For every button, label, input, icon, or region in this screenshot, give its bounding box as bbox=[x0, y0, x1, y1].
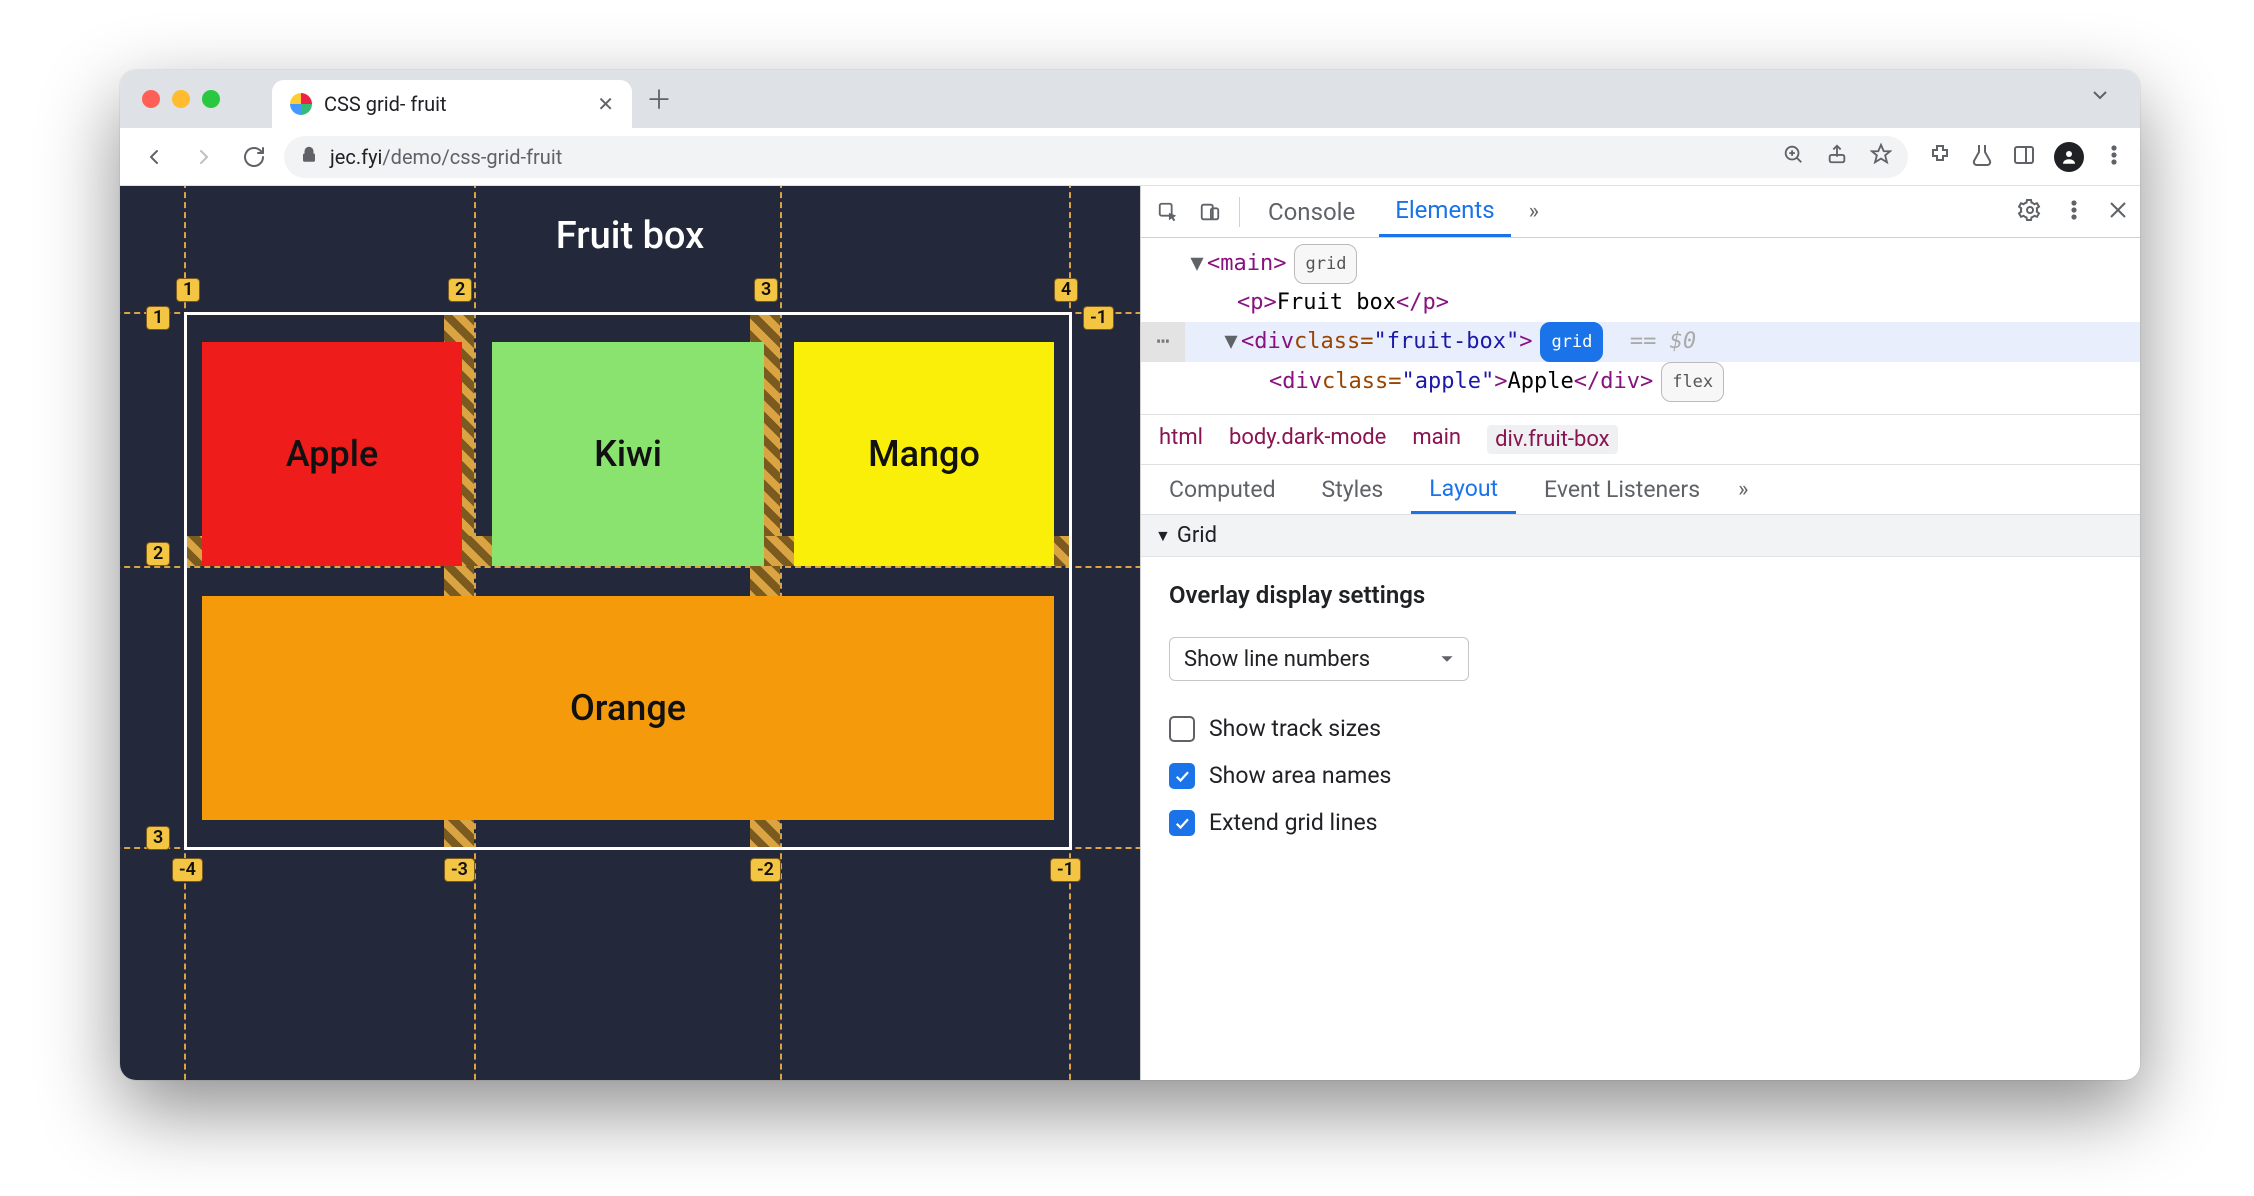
checkbox-box bbox=[1169, 810, 1195, 836]
elements-subtabs: Computed Styles Layout Event Listeners » bbox=[1141, 465, 2140, 515]
reload-button[interactable] bbox=[234, 137, 274, 177]
address-bar[interactable]: jec.fyi/demo/css-grid-fruit bbox=[284, 136, 1908, 178]
toolbar-right bbox=[1918, 142, 2126, 172]
flex-badge[interactable]: flex bbox=[1661, 362, 1724, 402]
close-tab-button[interactable]: ✕ bbox=[597, 92, 614, 116]
extensions-icon[interactable] bbox=[1928, 143, 1952, 171]
settings-icon[interactable] bbox=[2018, 198, 2042, 226]
devtools-menu-icon[interactable] bbox=[2062, 198, 2086, 226]
bc-html[interactable]: html bbox=[1159, 425, 1203, 454]
subtab-eventlisteners[interactable]: Event Listeners bbox=[1526, 465, 1718, 514]
tab-title: CSS grid- fruit bbox=[324, 92, 447, 116]
tab-elements[interactable]: Elements bbox=[1379, 186, 1510, 237]
bc-fruitbox[interactable]: div.fruit-box bbox=[1487, 425, 1618, 454]
layout-panel: ▼Grid Overlay display settings Show line… bbox=[1141, 515, 2140, 846]
chevron-down-icon bbox=[1440, 652, 1454, 666]
devtools-tabbar: Console Elements » bbox=[1141, 186, 2140, 238]
new-tab-button[interactable]: ＋ bbox=[646, 80, 672, 119]
col-line-neg4: -4 bbox=[172, 858, 203, 882]
close-window-button[interactable] bbox=[142, 90, 160, 108]
tabs-overflow[interactable]: » bbox=[1519, 199, 1549, 224]
profile-avatar[interactable] bbox=[2054, 142, 2084, 172]
grid-cell-mango: Mango bbox=[794, 342, 1054, 566]
minimize-window-button[interactable] bbox=[172, 90, 190, 108]
zoom-icon[interactable] bbox=[1782, 143, 1804, 170]
browser-toolbar: jec.fyi/demo/css-grid-fruit bbox=[120, 128, 2140, 186]
checkbox-extend-lines[interactable]: Extend grid lines bbox=[1141, 799, 2140, 846]
subtab-styles[interactable]: Styles bbox=[1304, 465, 1402, 514]
devtools-panel: Console Elements » ▼<main>grid <p>Fruit … bbox=[1140, 186, 2140, 1080]
device-toolbar-icon[interactable] bbox=[1193, 195, 1227, 229]
sidepanel-icon[interactable] bbox=[2012, 143, 2036, 171]
grid-cell-kiwi: Kiwi bbox=[492, 342, 764, 566]
window-controls bbox=[142, 90, 220, 108]
tab-strip: CSS grid- fruit ✕ ＋ bbox=[120, 70, 2140, 128]
share-icon[interactable] bbox=[1826, 143, 1848, 170]
browser-tab[interactable]: CSS grid- fruit ✕ bbox=[272, 80, 632, 128]
browser-window: CSS grid- fruit ✕ ＋ jec.fyi/demo/css-gri… bbox=[120, 70, 2140, 1080]
selected-dom-node[interactable]: ⋯ ▼<div class="fruit-box">grid == $0 bbox=[1141, 322, 2140, 362]
row-line-3: 3 bbox=[146, 826, 170, 850]
subtabs-overflow[interactable]: » bbox=[1728, 477, 1758, 502]
subtab-computed[interactable]: Computed bbox=[1151, 465, 1294, 514]
inspect-icon[interactable] bbox=[1151, 195, 1185, 229]
col-line-2: 2 bbox=[448, 278, 472, 302]
maximize-window-button[interactable] bbox=[202, 90, 220, 108]
checkbox-track-sizes[interactable]: Show track sizes bbox=[1141, 705, 2140, 752]
tab-console[interactable]: Console bbox=[1252, 186, 1371, 237]
overlay-settings-heading: Overlay display settings bbox=[1141, 557, 2140, 627]
lock-icon bbox=[300, 145, 318, 169]
grid-badge[interactable]: grid bbox=[1294, 244, 1357, 284]
tabs-dropdown-button[interactable] bbox=[2088, 83, 2128, 115]
bookmark-star-icon[interactable] bbox=[1870, 143, 1892, 170]
devtools-close-icon[interactable] bbox=[2106, 198, 2130, 226]
col-line-1: 1 bbox=[176, 278, 200, 302]
row-line-2: 2 bbox=[146, 542, 170, 566]
page-heading: Fruit box bbox=[120, 186, 1140, 276]
grid-badge-active[interactable]: grid bbox=[1540, 322, 1603, 362]
favicon-icon bbox=[290, 93, 312, 115]
grid-section-header[interactable]: ▼Grid bbox=[1141, 515, 2140, 557]
content-row: Fruit box Apple Kiwi Mango bbox=[120, 186, 2140, 1080]
col-line-neg2: -2 bbox=[750, 858, 781, 882]
subtab-layout[interactable]: Layout bbox=[1411, 465, 1516, 514]
ellipsis-icon[interactable]: ⋯ bbox=[1141, 322, 1185, 362]
grid-cell-apple: Apple bbox=[202, 342, 462, 566]
dom-tree[interactable]: ▼<main>grid <p>Fruit box</p> ⋯ ▼<div cla… bbox=[1141, 238, 2140, 414]
col-line-neg1: -1 bbox=[1050, 858, 1081, 882]
grid-cell-orange: Orange bbox=[202, 596, 1054, 820]
dom-breadcrumb: html body.dark-mode main div.fruit-box bbox=[1141, 414, 2140, 465]
col-line-neg3: -3 bbox=[444, 858, 475, 882]
checkbox-box bbox=[1169, 763, 1195, 789]
row-line-neg1: -1 bbox=[1083, 306, 1114, 330]
back-button[interactable] bbox=[134, 137, 174, 177]
url-text: jec.fyi/demo/css-grid-fruit bbox=[330, 145, 562, 169]
line-numbers-select[interactable]: Show line numbers bbox=[1169, 637, 1469, 681]
forward-button[interactable] bbox=[184, 137, 224, 177]
labs-icon[interactable] bbox=[1970, 143, 1994, 171]
page-viewport: Fruit box Apple Kiwi Mango bbox=[120, 186, 1140, 1080]
bc-main[interactable]: main bbox=[1412, 425, 1461, 454]
checkbox-area-names[interactable]: Show area names bbox=[1141, 752, 2140, 799]
col-line-3: 3 bbox=[754, 278, 778, 302]
menu-icon[interactable] bbox=[2102, 143, 2126, 171]
inspected-grid: Apple Kiwi Mango Orange 1 2 3 4 1 2 3 -1… bbox=[184, 312, 1072, 850]
checkbox-box bbox=[1169, 716, 1195, 742]
row-line-1: 1 bbox=[146, 306, 170, 330]
col-line-4: 4 bbox=[1054, 278, 1078, 302]
bc-body[interactable]: body.dark-mode bbox=[1229, 425, 1386, 454]
